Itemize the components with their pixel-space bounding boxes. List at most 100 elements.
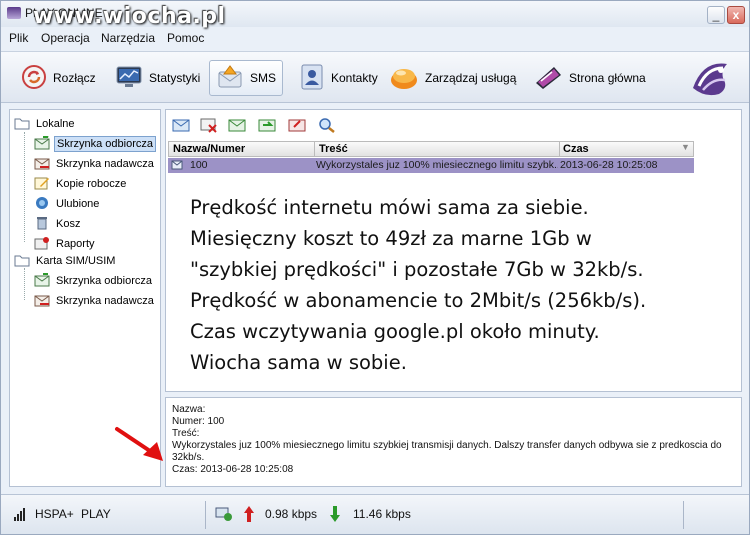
caption-line: "szybkiej prędkości" i pozostałe 7Gb w 3… <box>190 258 644 281</box>
signal-strength-icon <box>13 507 29 524</box>
disconnect-button[interactable]: Rozłącz <box>15 60 102 96</box>
minimize-button[interactable]: _ <box>707 6 725 24</box>
disconnect-icon <box>21 64 47 93</box>
close-button[interactable]: x <box>727 6 745 24</box>
download-arrow-icon <box>329 505 341 526</box>
menu-help[interactable]: Pomoc <box>167 31 204 45</box>
caption-line: Prędkość w abonamencie to 2Mbit/s (256kb… <box>190 289 647 312</box>
manage-service-icon <box>389 63 419 94</box>
message-list-pane: Nazwa/Numer Treść Czas ▼ 100 Wykorzystal… <box>165 109 742 392</box>
sort-arrow-icon: ▼ <box>681 142 690 152</box>
message-toolbar <box>166 110 741 140</box>
main-toolbar: Rozłącz Statystyki SMS Kontakty Zarządza… <box>1 51 749 103</box>
message-read-icon <box>171 159 183 174</box>
play-logo-icon <box>689 58 735 101</box>
column-time[interactable]: Czas <box>563 143 589 155</box>
tree-item-drafts[interactable]: Kopie robocze <box>34 175 128 193</box>
manage-service-button[interactable]: Zarządzaj usługą <box>383 60 522 96</box>
sms-button[interactable]: SMS <box>209 60 284 96</box>
tree-item-label: Skrzynka odbiorcza <box>54 136 156 152</box>
title-bar: PLAY ONLINE www.wiocha.pl _ x <box>1 1 749 29</box>
tree-item-sim-inbox[interactable]: Skrzynka odbiorcza <box>34 272 154 290</box>
drafts-icon <box>34 176 50 193</box>
menu-operation[interactable]: Operacja <box>41 31 90 45</box>
tree-item-sim-outbox[interactable]: Skrzynka nadawcza <box>34 292 156 310</box>
tree-item-label: Raporty <box>56 238 95 250</box>
tree-item-label: Ulubione <box>56 198 100 210</box>
tree-item-trash[interactable]: Kosz <box>34 215 82 233</box>
app-icon <box>7 7 21 19</box>
upload-arrow-icon <box>243 505 255 526</box>
reply-message-icon[interactable] <box>228 117 246 136</box>
caption-line: Miesięczny koszt to 49zł za marne 1Gb w <box>190 227 592 250</box>
row-number: 100 <box>190 159 208 171</box>
network-type: HSPA+ <box>35 507 74 521</box>
download-speed: 11.46 kbps <box>353 507 411 521</box>
disconnect-label: Rozłącz <box>53 71 96 85</box>
folder-icon <box>14 116 30 133</box>
tree-item-label: Skrzynka odbiorcza <box>56 275 152 287</box>
detail-time: Czas: 2013-06-28 10:25:08 <box>172 464 294 475</box>
tree-item-local-inbox[interactable]: Skrzynka odbiorcza <box>34 134 156 153</box>
detail-name: Nazwa: <box>172 404 206 415</box>
message-detail-pane: Nazwa: Numer: 100 Treść: Wykorzystales j… <box>165 397 742 487</box>
detail-number: Numer: 100 <box>172 416 225 427</box>
search-icon[interactable] <box>318 117 336 136</box>
tree-local-root[interactable]: Lokalne <box>14 115 77 133</box>
tree-item-reports[interactable]: Raporty <box>34 235 97 253</box>
close-icon: x <box>732 8 740 22</box>
forward-message-icon[interactable] <box>258 117 276 136</box>
tree-item-label: Skrzynka nadawcza <box>56 295 154 307</box>
export-message-icon[interactable] <box>288 117 306 136</box>
homepage-button[interactable]: Strona główna <box>527 60 652 96</box>
tree-sim-label: Karta SIM/USIM <box>36 255 116 267</box>
table-row[interactable]: 100 Wykorzystales juz 100% miesiecznego … <box>168 158 694 173</box>
tree-sim-root[interactable]: Karta SIM/USIM <box>14 252 117 270</box>
annotation-arrow-icon <box>113 425 169 468</box>
column-number[interactable]: Nazwa/Numer <box>173 143 245 155</box>
homepage-label: Strona główna <box>569 71 646 85</box>
menu-file[interactable]: Plik <box>9 31 28 45</box>
contacts-label: Kontakty <box>331 71 378 85</box>
homepage-icon <box>533 63 563 94</box>
statistics-icon <box>115 64 143 93</box>
menu-tools[interactable]: Narzędzia <box>101 31 155 45</box>
inbox-icon <box>34 134 50 153</box>
manage-service-label: Zarządzaj usługą <box>425 71 517 85</box>
tree-local-label: Lokalne <box>36 118 75 130</box>
statistics-label: Statystyki <box>149 71 201 85</box>
app-window: PLAY ONLINE www.wiocha.pl _ x Plik Opera… <box>0 0 750 535</box>
contacts-button[interactable]: Kontakty <box>293 60 384 96</box>
column-content[interactable]: Treść <box>319 143 348 155</box>
minimize-icon: _ <box>712 8 720 22</box>
inbox-icon <box>34 272 50 290</box>
caption-line: Wiocha sama w sobie. <box>190 351 407 374</box>
menu-bar: Plik Operacja Narzędzia Pomoc <box>1 27 749 49</box>
new-message-icon[interactable] <box>172 117 190 136</box>
row-time: 2013-06-28 10:25:08 <box>560 159 658 171</box>
tree-item-local-outbox[interactable]: Skrzynka nadawcza <box>34 155 156 173</box>
tree-item-favorites[interactable]: Ulubione <box>34 195 101 213</box>
sms-icon <box>216 63 244 94</box>
watermark-text: www.wiocha.pl <box>33 4 226 29</box>
message-grid-header: Nazwa/Numer Treść Czas ▼ <box>168 141 694 157</box>
caption-line: Czas wczytywania google.pl około minuty. <box>190 320 600 343</box>
detail-content-continued: 32kb/s. <box>172 452 205 463</box>
trash-icon <box>34 216 50 233</box>
row-content: Wykorzystales juz 100% miesiecznego limi… <box>316 159 558 171</box>
outbox-icon <box>34 156 50 173</box>
outbox-icon <box>34 293 50 310</box>
tree-item-label: Kopie robocze <box>56 178 127 190</box>
delete-message-icon[interactable] <box>200 117 218 136</box>
caption-line: Prędkość internetu mówi sama za siebie. <box>190 196 589 219</box>
detail-content-label: Treść: <box>172 428 200 439</box>
contacts-icon <box>299 63 325 94</box>
folder-icon <box>14 253 30 270</box>
tree-item-label: Kosz <box>56 218 81 230</box>
operator-name: PLAY <box>81 507 111 521</box>
favorites-icon <box>34 196 50 213</box>
reports-icon <box>34 236 50 253</box>
statistics-button[interactable]: Statystyki <box>109 60 206 96</box>
status-bar: HSPA+ PLAY 0.98 kbps 11.46 kbps <box>1 494 749 534</box>
overlay-caption: Prędkość internetu mówi sama za siebie. … <box>190 192 735 378</box>
